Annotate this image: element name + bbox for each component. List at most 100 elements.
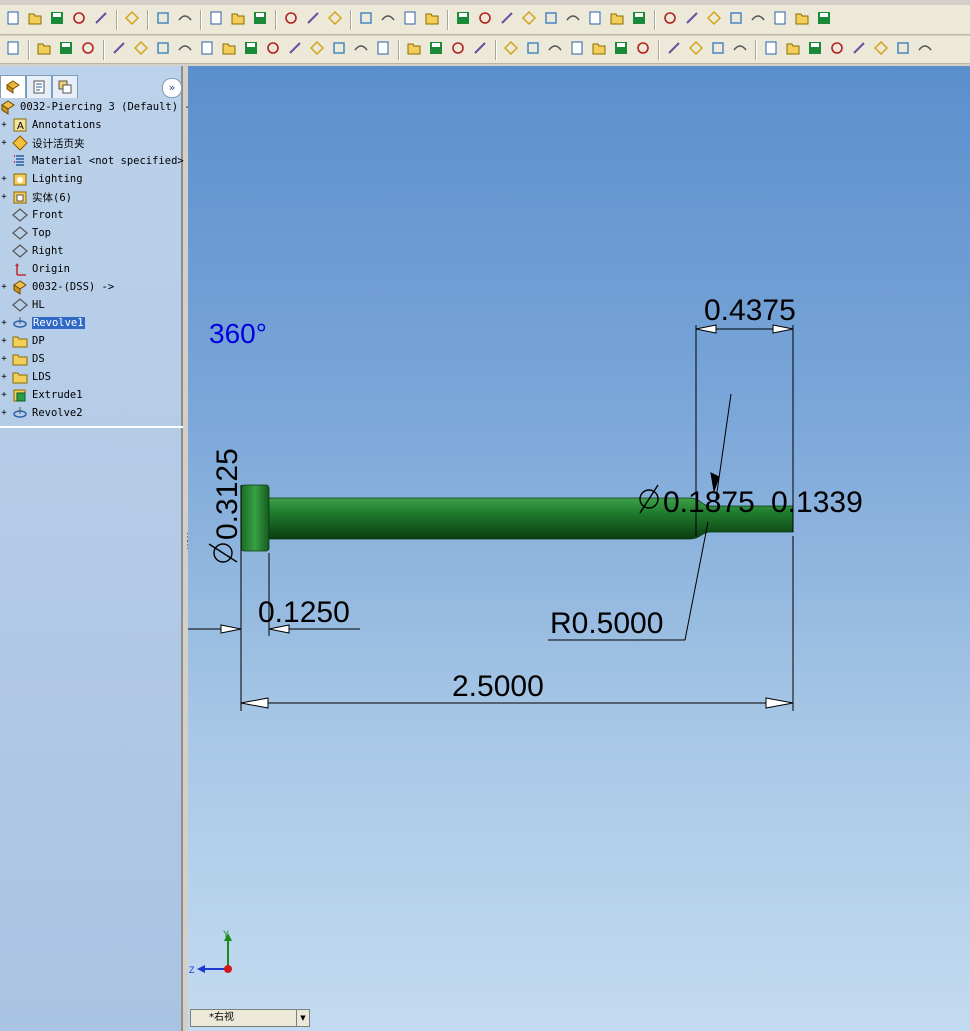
rapid-sketch-button[interactable]	[611, 40, 631, 60]
offset-button[interactable]	[329, 40, 349, 60]
pan-button[interactable]	[585, 10, 605, 30]
panel-expand-button[interactable]: »	[162, 78, 182, 98]
rectangle-button[interactable]	[78, 40, 98, 60]
tree-item-revolve1[interactable]: + Revolve1	[0, 314, 85, 332]
open-button[interactable]	[25, 10, 45, 30]
perspective-button[interactable]	[792, 10, 812, 30]
appearance-button[interactable]	[303, 10, 323, 30]
fillet-feature-button[interactable]	[805, 40, 825, 60]
expand-icon[interactable]: +	[0, 391, 8, 400]
shaded-button[interactable]	[748, 10, 768, 30]
expand-icon[interactable]: +	[0, 355, 8, 364]
extend-button[interactable]	[404, 40, 424, 60]
text-button[interactable]	[241, 40, 261, 60]
tree-item-annotations[interactable]: + A Annotations	[0, 116, 102, 134]
zoom-to-fit-button[interactable]	[475, 10, 495, 30]
dim-tip-dia2[interactable]: 0.1339	[771, 486, 863, 519]
rib-button[interactable]	[849, 40, 869, 60]
expand-icon[interactable]: +	[0, 373, 8, 382]
expand-icon[interactable]: +	[0, 139, 8, 148]
new-button[interactable]	[3, 10, 23, 30]
tree-item-ds[interactable]: + DS	[0, 350, 45, 368]
fillet-button[interactable]	[219, 40, 239, 60]
rotate-entity-button[interactable]	[448, 40, 468, 60]
draft-button[interactable]	[893, 40, 913, 60]
expand-icon[interactable]: +	[0, 409, 8, 418]
expand-icon[interactable]: +	[0, 193, 8, 202]
tree-item-origin[interactable]: Origin	[0, 260, 70, 278]
tree-item-top[interactable]: Top	[0, 224, 51, 242]
shadows-button[interactable]	[770, 10, 790, 30]
move-button[interactable]	[426, 40, 446, 60]
print-button[interactable]	[122, 10, 142, 30]
expand-icon[interactable]: +	[0, 283, 8, 292]
trim-button[interactable]	[373, 40, 393, 60]
tree-item[interactable]: + 设计活页夹	[0, 134, 85, 152]
tree-item-6[interactable]: + 实体(6)	[0, 188, 72, 206]
extrude-cut-button[interactable]	[761, 40, 781, 60]
tree-item-front[interactable]: Front	[0, 206, 64, 224]
tree-item-0032-dss[interactable]: +0032-(DSS) ->	[0, 278, 114, 296]
zoom-area-button[interactable]	[497, 10, 517, 30]
chevron-down-icon[interactable]: ▼	[296, 1010, 309, 1026]
mirror-button[interactable]	[307, 40, 327, 60]
hidden-lines-visible-button[interactable]	[682, 10, 702, 30]
smart-dim-button[interactable]	[325, 10, 345, 30]
instant3d-button[interactable]	[633, 40, 653, 60]
options-button[interactable]	[91, 10, 111, 30]
expand-icon[interactable]: +	[0, 337, 8, 346]
3d-view-button[interactable]	[607, 10, 627, 30]
undo-button[interactable]	[153, 10, 173, 30]
spline-button[interactable]	[175, 40, 195, 60]
expand-icon[interactable]: +	[0, 175, 8, 184]
sketch-button[interactable]	[3, 40, 23, 60]
graphics-viewport[interactable]: 0.4375 0.1875 0.1339 0.1250 R0.5000 2.50…	[188, 66, 970, 1031]
select-button[interactable]	[206, 10, 226, 30]
relations-button[interactable]	[523, 40, 543, 60]
dim-radius[interactable]: R0.5000	[550, 607, 663, 640]
traffic-light-button[interactable]	[250, 10, 270, 30]
help-button[interactable]	[422, 10, 442, 30]
revolve-cut-button[interactable]	[783, 40, 803, 60]
loft-button[interactable]	[730, 40, 750, 60]
tree-item-dp[interactable]: + DP	[0, 332, 45, 350]
quick-snaps-button[interactable]	[589, 40, 609, 60]
sweep-button[interactable]	[708, 40, 728, 60]
angle-label[interactable]: 360°	[209, 318, 267, 349]
pin-head[interactable]	[240, 484, 270, 552]
print-preview-button[interactable]	[69, 10, 89, 30]
tab-configuration-manager[interactable]	[52, 75, 78, 98]
select-filter-button[interactable]	[228, 10, 248, 30]
tab-feature-manager[interactable]	[0, 75, 26, 98]
repair-button[interactable]	[567, 40, 587, 60]
zoom-in-out-button[interactable]	[519, 10, 539, 30]
tree-item-right[interactable]: Right	[0, 242, 64, 260]
ellipse-button[interactable]	[197, 40, 217, 60]
circle-button[interactable]	[109, 40, 129, 60]
polygon-button[interactable]	[153, 40, 173, 60]
realview-button[interactable]	[814, 10, 834, 30]
section-view-button[interactable]	[453, 10, 473, 30]
copy-button[interactable]	[470, 40, 490, 60]
hole-wizard-button[interactable]	[915, 40, 935, 60]
view-orientation-button[interactable]	[629, 10, 649, 30]
hidden-lines-removed-button[interactable]	[704, 10, 724, 30]
save-button[interactable]	[47, 10, 67, 30]
point-button[interactable]	[263, 40, 283, 60]
tree-root[interactable]: 0032-Piercing 3 (Default) -	[0, 98, 191, 116]
tree-item-hl[interactable]: HL	[0, 296, 45, 314]
extrude-boss-button[interactable]	[664, 40, 684, 60]
line-button[interactable]	[56, 40, 76, 60]
zoom-selection-button[interactable]	[541, 10, 561, 30]
tree-item-lighting[interactable]: + Lighting	[0, 170, 83, 188]
tab-property-manager[interactable]	[26, 75, 52, 98]
expand-icon[interactable]: +	[0, 319, 8, 328]
redo-button[interactable]	[175, 10, 195, 30]
revolve-boss-button[interactable]	[686, 40, 706, 60]
shaded-edges-button[interactable]	[726, 10, 746, 30]
tree-item-extrude1[interactable]: + Extrude1	[0, 386, 83, 404]
rotate-button[interactable]	[563, 10, 583, 30]
tree-item-lds[interactable]: + LDS	[0, 368, 51, 386]
convert-button[interactable]	[351, 40, 371, 60]
dim-overall[interactable]: 2.5000	[452, 670, 544, 703]
